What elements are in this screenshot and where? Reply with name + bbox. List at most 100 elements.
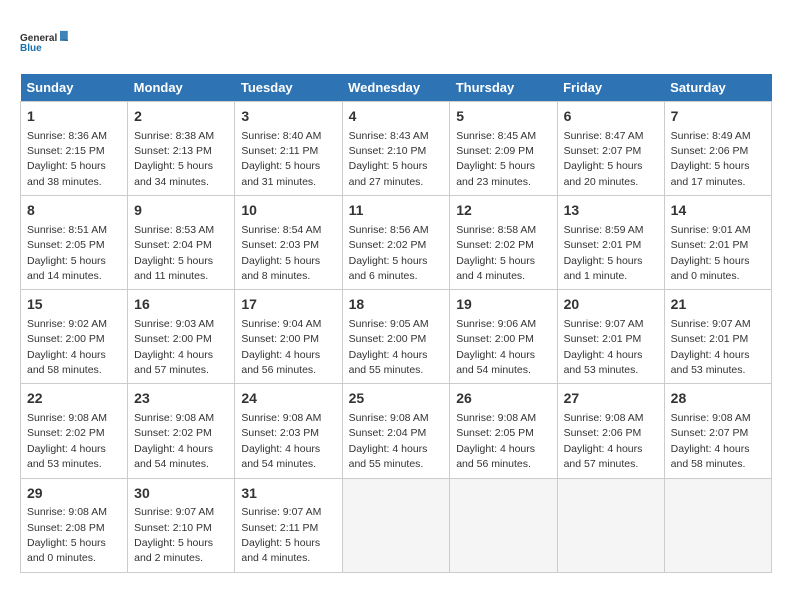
day-number: 22 bbox=[27, 389, 121, 409]
day-detail: Sunrise: 8:49 AMSunset: 2:06 PMDaylight:… bbox=[671, 130, 751, 188]
calendar-cell: 9 Sunrise: 8:53 AMSunset: 2:04 PMDayligh… bbox=[128, 196, 235, 290]
calendar-cell: 29 Sunrise: 9:08 AMSunset: 2:08 PMDaylig… bbox=[21, 478, 128, 572]
day-number: 8 bbox=[27, 201, 121, 221]
day-detail: Sunrise: 8:56 AMSunset: 2:02 PMDaylight:… bbox=[349, 224, 429, 282]
day-detail: Sunrise: 8:38 AMSunset: 2:13 PMDaylight:… bbox=[134, 130, 214, 188]
day-detail: Sunrise: 8:51 AMSunset: 2:05 PMDaylight:… bbox=[27, 224, 107, 282]
day-detail: Sunrise: 9:04 AMSunset: 2:00 PMDaylight:… bbox=[241, 318, 321, 376]
calendar-cell: 17 Sunrise: 9:04 AMSunset: 2:00 PMDaylig… bbox=[235, 290, 342, 384]
day-detail: Sunrise: 8:59 AMSunset: 2:01 PMDaylight:… bbox=[564, 224, 644, 282]
calendar-cell: 19 Sunrise: 9:06 AMSunset: 2:00 PMDaylig… bbox=[450, 290, 557, 384]
calendar-cell: 27 Sunrise: 9:08 AMSunset: 2:06 PMDaylig… bbox=[557, 384, 664, 478]
col-header-thursday: Thursday bbox=[450, 74, 557, 102]
calendar-cell: 2 Sunrise: 8:38 AMSunset: 2:13 PMDayligh… bbox=[128, 102, 235, 196]
calendar-cell: 10 Sunrise: 8:54 AMSunset: 2:03 PMDaylig… bbox=[235, 196, 342, 290]
calendar-cell: 6 Sunrise: 8:47 AMSunset: 2:07 PMDayligh… bbox=[557, 102, 664, 196]
day-detail: Sunrise: 9:08 AMSunset: 2:08 PMDaylight:… bbox=[27, 506, 107, 564]
calendar-cell: 31 Sunrise: 9:07 AMSunset: 2:11 PMDaylig… bbox=[235, 478, 342, 572]
calendar-cell bbox=[557, 478, 664, 572]
calendar-cell: 21 Sunrise: 9:07 AMSunset: 2:01 PMDaylig… bbox=[664, 290, 771, 384]
day-detail: Sunrise: 8:47 AMSunset: 2:07 PMDaylight:… bbox=[564, 130, 644, 188]
calendar-cell: 26 Sunrise: 9:08 AMSunset: 2:05 PMDaylig… bbox=[450, 384, 557, 478]
day-detail: Sunrise: 9:08 AMSunset: 2:02 PMDaylight:… bbox=[27, 412, 107, 470]
day-detail: Sunrise: 8:58 AMSunset: 2:02 PMDaylight:… bbox=[456, 224, 536, 282]
day-number: 3 bbox=[241, 107, 335, 127]
calendar-cell: 3 Sunrise: 8:40 AMSunset: 2:11 PMDayligh… bbox=[235, 102, 342, 196]
day-detail: Sunrise: 8:43 AMSunset: 2:10 PMDaylight:… bbox=[349, 130, 429, 188]
calendar-cell: 12 Sunrise: 8:58 AMSunset: 2:02 PMDaylig… bbox=[450, 196, 557, 290]
day-detail: Sunrise: 9:03 AMSunset: 2:00 PMDaylight:… bbox=[134, 318, 214, 376]
calendar-cell: 18 Sunrise: 9:05 AMSunset: 2:00 PMDaylig… bbox=[342, 290, 450, 384]
calendar-cell: 4 Sunrise: 8:43 AMSunset: 2:10 PMDayligh… bbox=[342, 102, 450, 196]
day-number: 20 bbox=[564, 295, 658, 315]
calendar-cell: 25 Sunrise: 9:08 AMSunset: 2:04 PMDaylig… bbox=[342, 384, 450, 478]
day-number: 24 bbox=[241, 389, 335, 409]
logo-svg: General Blue bbox=[20, 20, 70, 64]
day-detail: Sunrise: 8:54 AMSunset: 2:03 PMDaylight:… bbox=[241, 224, 321, 282]
day-number: 21 bbox=[671, 295, 765, 315]
col-header-tuesday: Tuesday bbox=[235, 74, 342, 102]
col-header-wednesday: Wednesday bbox=[342, 74, 450, 102]
day-detail: Sunrise: 8:53 AMSunset: 2:04 PMDaylight:… bbox=[134, 224, 214, 282]
calendar-cell: 28 Sunrise: 9:08 AMSunset: 2:07 PMDaylig… bbox=[664, 384, 771, 478]
day-detail: Sunrise: 9:08 AMSunset: 2:03 PMDaylight:… bbox=[241, 412, 321, 470]
day-number: 15 bbox=[27, 295, 121, 315]
calendar-cell: 30 Sunrise: 9:07 AMSunset: 2:10 PMDaylig… bbox=[128, 478, 235, 572]
col-header-sunday: Sunday bbox=[21, 74, 128, 102]
day-detail: Sunrise: 9:08 AMSunset: 2:04 PMDaylight:… bbox=[349, 412, 429, 470]
day-number: 31 bbox=[241, 484, 335, 504]
calendar-cell bbox=[450, 478, 557, 572]
day-number: 4 bbox=[349, 107, 444, 127]
day-detail: Sunrise: 9:07 AMSunset: 2:01 PMDaylight:… bbox=[564, 318, 644, 376]
day-detail: Sunrise: 8:36 AMSunset: 2:15 PMDaylight:… bbox=[27, 130, 107, 188]
day-detail: Sunrise: 9:08 AMSunset: 2:06 PMDaylight:… bbox=[564, 412, 644, 470]
day-number: 13 bbox=[564, 201, 658, 221]
day-number: 14 bbox=[671, 201, 765, 221]
calendar-cell: 22 Sunrise: 9:08 AMSunset: 2:02 PMDaylig… bbox=[21, 384, 128, 478]
day-detail: Sunrise: 8:45 AMSunset: 2:09 PMDaylight:… bbox=[456, 130, 536, 188]
day-number: 1 bbox=[27, 107, 121, 127]
calendar-cell: 13 Sunrise: 8:59 AMSunset: 2:01 PMDaylig… bbox=[557, 196, 664, 290]
svg-text:Blue: Blue bbox=[20, 43, 42, 54]
calendar-cell: 11 Sunrise: 8:56 AMSunset: 2:02 PMDaylig… bbox=[342, 196, 450, 290]
day-detail: Sunrise: 9:05 AMSunset: 2:00 PMDaylight:… bbox=[349, 318, 429, 376]
day-number: 12 bbox=[456, 201, 550, 221]
day-number: 16 bbox=[134, 295, 228, 315]
calendar-cell: 8 Sunrise: 8:51 AMSunset: 2:05 PMDayligh… bbox=[21, 196, 128, 290]
day-detail: Sunrise: 9:08 AMSunset: 2:02 PMDaylight:… bbox=[134, 412, 214, 470]
col-header-monday: Monday bbox=[128, 74, 235, 102]
calendar-cell: 15 Sunrise: 9:02 AMSunset: 2:00 PMDaylig… bbox=[21, 290, 128, 384]
day-detail: Sunrise: 9:07 AMSunset: 2:11 PMDaylight:… bbox=[241, 506, 321, 564]
day-detail: Sunrise: 9:06 AMSunset: 2:00 PMDaylight:… bbox=[456, 318, 536, 376]
day-detail: Sunrise: 9:08 AMSunset: 2:05 PMDaylight:… bbox=[456, 412, 536, 470]
calendar-cell: 16 Sunrise: 9:03 AMSunset: 2:00 PMDaylig… bbox=[128, 290, 235, 384]
day-detail: Sunrise: 9:01 AMSunset: 2:01 PMDaylight:… bbox=[671, 224, 751, 282]
col-header-friday: Friday bbox=[557, 74, 664, 102]
day-number: 18 bbox=[349, 295, 444, 315]
calendar-cell bbox=[342, 478, 450, 572]
day-detail: Sunrise: 9:02 AMSunset: 2:00 PMDaylight:… bbox=[27, 318, 107, 376]
calendar-cell bbox=[664, 478, 771, 572]
col-header-saturday: Saturday bbox=[664, 74, 771, 102]
day-number: 17 bbox=[241, 295, 335, 315]
day-number: 28 bbox=[671, 389, 765, 409]
calendar-table: SundayMondayTuesdayWednesdayThursdayFrid… bbox=[20, 74, 772, 573]
day-detail: Sunrise: 9:08 AMSunset: 2:07 PMDaylight:… bbox=[671, 412, 751, 470]
page-header: General Blue bbox=[20, 20, 772, 64]
day-number: 10 bbox=[241, 201, 335, 221]
day-number: 25 bbox=[349, 389, 444, 409]
calendar-cell: 7 Sunrise: 8:49 AMSunset: 2:06 PMDayligh… bbox=[664, 102, 771, 196]
day-number: 30 bbox=[134, 484, 228, 504]
logo: General Blue bbox=[20, 20, 70, 64]
calendar-cell: 1 Sunrise: 8:36 AMSunset: 2:15 PMDayligh… bbox=[21, 102, 128, 196]
svg-text:General: General bbox=[20, 33, 57, 44]
day-detail: Sunrise: 9:07 AMSunset: 2:10 PMDaylight:… bbox=[134, 506, 214, 564]
calendar-cell: 23 Sunrise: 9:08 AMSunset: 2:02 PMDaylig… bbox=[128, 384, 235, 478]
day-number: 2 bbox=[134, 107, 228, 127]
day-detail: Sunrise: 8:40 AMSunset: 2:11 PMDaylight:… bbox=[241, 130, 321, 188]
day-number: 9 bbox=[134, 201, 228, 221]
day-number: 19 bbox=[456, 295, 550, 315]
day-number: 6 bbox=[564, 107, 658, 127]
day-number: 26 bbox=[456, 389, 550, 409]
calendar-cell: 14 Sunrise: 9:01 AMSunset: 2:01 PMDaylig… bbox=[664, 196, 771, 290]
